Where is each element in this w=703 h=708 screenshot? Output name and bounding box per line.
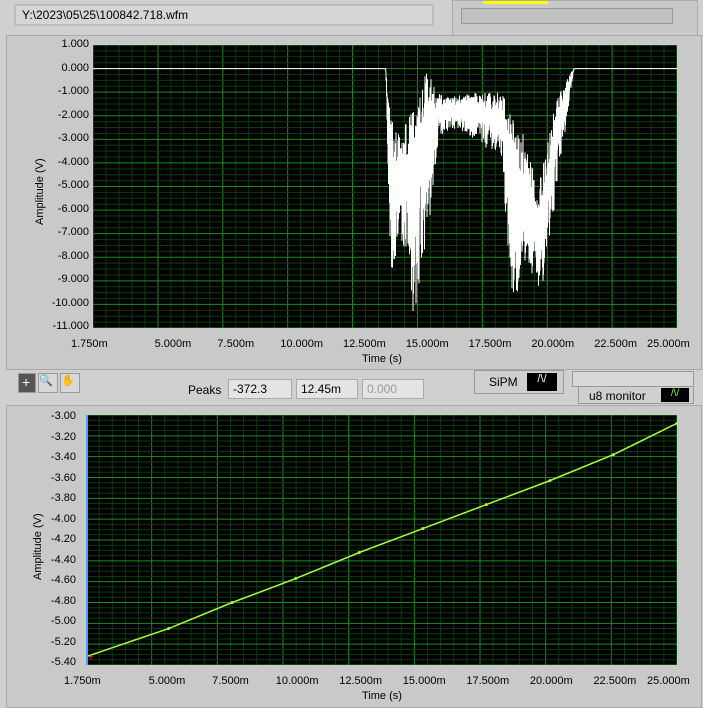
x-tick-label: 25.000m xyxy=(647,338,690,350)
x-tick-label: 10.000m xyxy=(275,675,319,687)
cursor-tool-button[interactable]: + xyxy=(18,373,36,393)
y-tick-label: -3.00 xyxy=(50,410,76,422)
fit-point xyxy=(294,577,298,581)
x-tick-label: 12.500m xyxy=(343,338,386,350)
color-cell xyxy=(483,1,548,4)
u8-monitor-legend[interactable]: u8 monitor /\/ xyxy=(578,386,694,404)
sipm-legend-label: SiPM xyxy=(489,375,518,389)
top-waveform-plot[interactable] xyxy=(93,45,677,328)
y-tick-label: -9.000 xyxy=(57,273,89,285)
y-tick-label: -3.40 xyxy=(50,451,76,463)
fit-point xyxy=(421,527,425,531)
peak-extra-field: 0.000 xyxy=(362,379,424,399)
bottom-fit-plot[interactable]: + xyxy=(86,415,677,665)
y-tick-label: -3.20 xyxy=(50,430,76,443)
fit-point xyxy=(167,627,171,631)
x-tick-label: 7.500m xyxy=(217,338,255,350)
x-tick-label: 7.500m xyxy=(212,675,249,687)
fit-point xyxy=(484,503,488,507)
u8-legend-label: u8 monitor xyxy=(589,389,646,403)
bottom-x-axis-label: Time (s) xyxy=(362,690,402,702)
top-x-axis-label: Time (s) xyxy=(362,353,402,365)
x-tick-label: 25.000m xyxy=(647,675,690,687)
sipm-line-icon: /\/ xyxy=(527,373,557,391)
y-tick-label: -1.000 xyxy=(57,85,89,97)
y-tick-label: 0.000 xyxy=(61,61,89,74)
y-tick-label: -3.80 xyxy=(50,492,76,504)
peak-value-field[interactable]: -372.3 xyxy=(228,379,292,399)
x-tick-label: 20.000m xyxy=(531,338,575,350)
u8-line-icon: /\/ xyxy=(661,388,689,402)
y-tick-label: -11.000 xyxy=(52,320,90,332)
y-tick-label: -6.000 xyxy=(57,202,89,215)
x-tick-label: 12.500m xyxy=(339,675,383,687)
x-tick-label: 17.500m xyxy=(466,675,510,687)
y-tick-label: -2.000 xyxy=(57,108,89,121)
y-tick-label: -4.80 xyxy=(50,594,76,607)
y-tick-label: -5.00 xyxy=(50,615,76,627)
fit-point xyxy=(548,479,552,483)
y-tick-label: -5.20 xyxy=(50,635,76,648)
y-tick-label: -4.20 xyxy=(50,533,76,545)
y-tick-label: -4.000 xyxy=(57,155,89,168)
y-tick-label: -5.40 xyxy=(50,656,76,668)
file-path-field[interactable]: Y:\2023\05\25\100842.718.wfm xyxy=(14,4,434,26)
top-right-table xyxy=(452,0,698,36)
x-tick-label: 1.750m xyxy=(71,338,108,350)
top-y-axis-label: Amplitude (V) xyxy=(34,158,46,225)
y-tick-label: -4.00 xyxy=(50,512,76,525)
peaks-label: Peaks xyxy=(188,383,222,397)
y-tick-label: -5.000 xyxy=(57,179,89,191)
horizontal-scrollbar[interactable] xyxy=(461,8,673,24)
zoom-tool-button[interactable]: 🔍 xyxy=(38,373,58,393)
x-tick-label: 1.750m xyxy=(64,675,101,687)
x-tick-label: 20.000m xyxy=(529,675,573,687)
pan-tool-button[interactable]: ✋ xyxy=(60,373,80,393)
crosshair-icon: + xyxy=(22,374,31,390)
file-path-text: Y:\2023\05\25\100842.718.wfm xyxy=(22,8,189,22)
hand-icon: ✋ xyxy=(61,375,75,387)
sipm-legend[interactable]: SiPM /\/ xyxy=(474,370,564,394)
peak-time-field[interactable]: 12.45m xyxy=(296,379,358,399)
x-tick-label: 5.000m xyxy=(154,338,192,350)
y-tick-label: -8.000 xyxy=(57,249,89,262)
fit-point xyxy=(611,453,615,457)
y-tick-label: -3.60 xyxy=(50,471,76,484)
y-tick-label: 1.000 xyxy=(61,38,89,50)
y-tick-label: -10.000 xyxy=(51,296,89,309)
cursor-marker: + xyxy=(88,653,94,664)
legend-scrollbar[interactable] xyxy=(572,371,694,387)
y-tick-label: -3.000 xyxy=(57,132,89,144)
x-tick-label: 22.500m xyxy=(594,338,638,350)
x-tick-label: 5.000m xyxy=(148,675,186,687)
x-tick-label: 15.000m xyxy=(402,675,446,687)
x-tick-label: 10.000m xyxy=(280,338,324,350)
y-tick-label: -4.40 xyxy=(50,553,76,566)
y-tick-label: -7.000 xyxy=(57,226,89,238)
y-tick-label: -4.60 xyxy=(50,574,76,586)
fit-point xyxy=(357,551,361,554)
x-tick-label: 17.500m xyxy=(468,338,512,350)
zoom-icon: 🔍 xyxy=(39,375,53,387)
fit-point xyxy=(230,601,234,604)
x-tick-label: 22.500m xyxy=(593,675,637,687)
x-tick-label: 15.000m xyxy=(405,338,449,350)
